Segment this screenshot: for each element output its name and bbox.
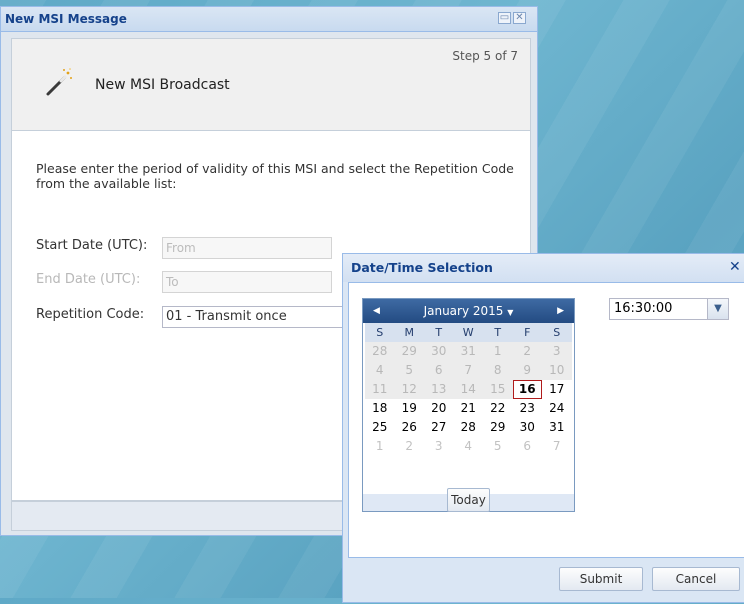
repetition-code-select[interactable]: 01 - Transmit once [162,306,352,328]
calendar-day[interactable]: 21 [454,399,484,418]
start-date-label: Start Date (UTC): [36,238,148,253]
calendar-grid: S M T W T F S 28 29 30 31 1 2 3 4 5 6 7 8 9 10 11 12 13 14 15 16 17… [365,323,572,456]
calendar-day[interactable]: 17 [542,380,572,399]
today-button[interactable]: Today [447,488,490,512]
calendar-day[interactable]: 24 [542,399,572,418]
calendar-day: 11 [365,380,395,399]
weekday-label: T [424,323,454,342]
next-month-icon[interactable]: ▶ [554,305,564,317]
weekday-label: S [542,323,572,342]
calendar-week-row: 25 26 27 28 29 30 31 [365,418,572,437]
close-icon[interactable]: ✕ [729,260,741,274]
calendar-day[interactable]: 2 [395,437,425,456]
datetime-dialog: Date/Time Selection ✕ ◀ January 2015 ▼ ▶… [342,253,744,603]
calendar-header: ◀ January 2015 ▼ ▶ [363,299,574,323]
calendar-week-row: 4 5 6 7 8 9 10 [365,361,572,380]
calendar-day[interactable]: 25 [365,418,395,437]
calendar-day: 5 [394,361,424,380]
step-indicator: Step 5 of 7 [452,49,518,63]
wizard-heading: New MSI Broadcast [95,77,230,93]
calendar-day: 31 [453,342,483,361]
month-label: January 2015 [423,304,504,318]
close-icon[interactable]: ✕ [513,12,526,24]
magic-wand-icon [46,68,72,96]
calendar-day: 12 [394,380,424,399]
submit-button[interactable]: Submit [559,567,643,591]
cancel-button[interactable]: Cancel [652,567,740,591]
calendar-day: 29 [394,342,424,361]
chevron-down-icon[interactable]: ▼ [707,299,728,319]
calendar-day[interactable]: 30 [513,418,543,437]
calendar-day: 8 [483,361,513,380]
calendar-day[interactable]: 29 [483,418,513,437]
instructions-text: Please enter the period of validity of t… [36,161,514,191]
calendar-day: 7 [453,361,483,380]
calendar-day: 30 [424,342,454,361]
calendar-day: 6 [424,361,454,380]
calendar-day[interactable]: 1 [365,437,395,456]
calendar-day[interactable]: 5 [483,437,513,456]
calendar-week-row: 28 29 30 31 1 2 3 [365,342,572,361]
wizard-header: Step 5 of 7 New MSI Broadcast [11,38,531,131]
weekday-label: F [512,323,542,342]
weekday-label: S [365,323,395,342]
repetition-code-label: Repetition Code: [36,307,145,322]
window-title: New MSI Message [5,12,127,26]
maximize-icon[interactable]: ▭ [498,12,511,24]
end-date-label: End Date (UTC): [36,272,141,287]
weekday-header-row: SMTWTFS [365,323,572,342]
dialog-title: Date/Time Selection [351,260,493,275]
month-year-picker[interactable]: January 2015 ▼ [363,304,574,318]
chevron-down-icon: ▼ [507,308,514,317]
calendar-day[interactable]: 3 [424,437,454,456]
calendar-day: 28 [365,342,395,361]
calendar-day[interactable]: 19 [395,399,425,418]
calendar-day[interactable]: 31 [542,418,572,437]
calendar-day: 1 [483,342,513,361]
calendar-day: 3 [542,342,572,361]
time-select[interactable]: 16:30:00 ▼ [609,298,729,320]
date-picker: ◀ January 2015 ▼ ▶ S M T W T F S 28 29 30 31 1 2 3 4 5 6… [362,298,575,512]
calendar-week-row: 18 19 20 21 22 23 24 [365,399,572,418]
calendar-day[interactable]: 22 [483,399,513,418]
weekday-label: T [483,323,513,342]
weekday-label: W [453,323,483,342]
calendar-day: 2 [512,342,542,361]
dialog-titlebar[interactable]: Date/Time Selection ✕ [343,254,744,282]
calendar-day: 15 [483,380,513,399]
end-date-field[interactable]: To [162,271,332,293]
calendar-day[interactable]: 20 [424,399,454,418]
calendar-day[interactable]: 6 [513,437,543,456]
weekday-label: M [394,323,424,342]
calendar-day: 13 [424,380,454,399]
calendar-day[interactable]: 7 [542,437,572,456]
calendar-day: 14 [453,380,483,399]
start-date-field[interactable]: From [162,237,332,259]
calendar-day: 9 [512,361,542,380]
time-value: 16:30:00 [614,301,673,316]
calendar-day: 4 [365,361,395,380]
calendar-day: 10 [542,361,572,380]
calendar-day[interactable]: 26 [395,418,425,437]
dialog-footer: Submit Cancel [343,558,744,604]
calendar-day[interactable]: 23 [513,399,543,418]
calendar-day-today[interactable]: 16 [512,380,542,399]
calendar-week-row: 11 12 13 14 15 16 17 [365,380,572,399]
calendar-day[interactable]: 4 [454,437,484,456]
calendar-day[interactable]: 27 [424,418,454,437]
calendar-day[interactable]: 28 [454,418,484,437]
calendar-day[interactable]: 18 [365,399,395,418]
calendar-footer: Today [363,488,574,512]
window-titlebar[interactable]: New MSI Message ▭ ✕ [1,7,537,32]
dialog-body: ◀ January 2015 ▼ ▶ S M T W T F S 28 29 30 31 1 2 3 4 5 6… [348,282,744,558]
calendar-week-row: 1234567 [365,437,572,456]
